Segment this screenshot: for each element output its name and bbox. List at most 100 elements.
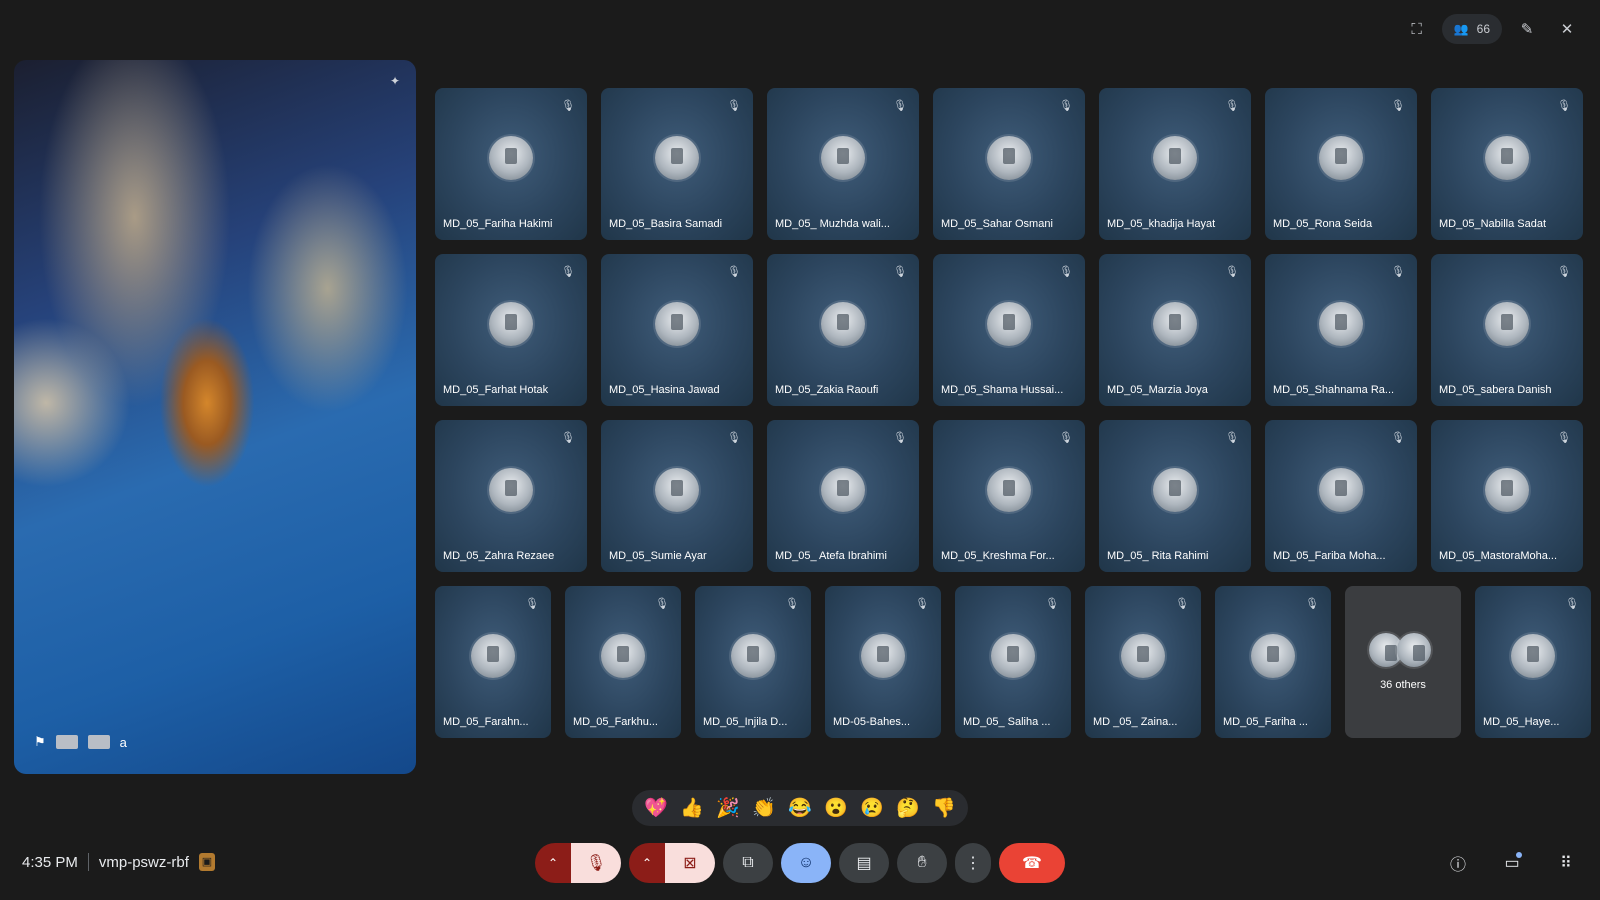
presenter-name-text: a	[119, 734, 127, 750]
participant-tile[interactable]: 🎙︎ MD_05_Zahra Rezaee	[435, 420, 587, 572]
participant-name: MD_05_sabera Danish	[1439, 384, 1552, 396]
participant-name: MD_05_Sahar Osmani	[941, 218, 1053, 230]
reaction-sad[interactable]: 😢	[857, 796, 887, 820]
reactions-button[interactable]: ☺	[781, 843, 831, 883]
participant-name: MD_05_Farkhu...	[573, 716, 658, 728]
raise-hand-button[interactable]: ✋︎	[897, 843, 947, 883]
participant-tile[interactable]: 🎙︎ MD_05_Farhat Hotak	[435, 254, 587, 406]
chat-icon[interactable]: ▭	[1498, 849, 1526, 877]
mic-toggle-button[interactable]: 🎙︎	[571, 843, 621, 883]
divider	[87, 853, 89, 871]
reaction-party[interactable]: 🎉	[713, 796, 743, 820]
participant-tile[interactable]: 🎙︎ MD_05_Fariba Moha...	[1265, 420, 1417, 572]
participant-tile[interactable]: 🎙︎ MD_05_Farkhu...	[565, 586, 681, 738]
mic-off-icon: 🎙︎	[1225, 431, 1239, 444]
others-tile[interactable]: 36 others	[1345, 586, 1461, 738]
avatar	[1153, 135, 1197, 180]
presenter-video[interactable]: ✦ ⚑ a	[14, 60, 416, 774]
participants-button[interactable]: 👥 66	[1441, 14, 1502, 44]
participant-tile[interactable]: 🎙︎ MD_05_Sumie Ayar	[601, 420, 753, 572]
more-options-button[interactable]: ⋮	[955, 843, 991, 883]
participant-tile[interactable]: 🎙︎ MD_05_Nabilla Sadat	[1431, 88, 1583, 240]
mic-off-icon: 🎙︎	[1391, 431, 1405, 444]
reaction-thumbs-down[interactable]: 👎	[929, 796, 959, 820]
mic-off-icon: 🎙︎	[1225, 265, 1239, 278]
reaction-thumbs-up[interactable]: 👍	[677, 796, 707, 820]
call-controls: ⌃ 🎙︎ ⌃ ⊠ ⧉ ☺ ▤ ✋︎ ⋮ ☎︎	[535, 843, 1065, 883]
avatar	[1485, 467, 1529, 512]
activities-icon[interactable]: ⠿	[1552, 849, 1580, 877]
mic-off-icon: 🎙︎	[893, 431, 907, 444]
emoji-icon: ☺	[797, 854, 815, 871]
others-avatars	[1369, 632, 1431, 667]
participant-tile[interactable]: 🎙︎ MD_05_Farahn...	[435, 586, 551, 738]
reaction-heart[interactable]: 💖	[641, 796, 671, 820]
participant-tile[interactable]: 🎙︎ MD_05_Fariha ...	[1215, 586, 1331, 738]
info-icon[interactable]: ⓘ	[1444, 849, 1472, 877]
avatar	[1319, 301, 1363, 346]
participant-tile[interactable]: 🎙︎ MD_05_Shama Hussai...	[933, 254, 1085, 406]
participant-tile[interactable]: 🎙︎ MD_05_Sahar Osmani	[933, 88, 1085, 240]
mic-off-icon: 🎙︎	[915, 597, 929, 610]
participant-tile[interactable]: 🎙︎ MD_05_Fariha Hakimi	[435, 88, 587, 240]
mic-off-icon: 🎙︎	[727, 265, 741, 278]
avatar	[1319, 135, 1363, 180]
participant-tile[interactable]: 🎙︎ MD_05_Kreshma For...	[933, 420, 1085, 572]
mic-off-icon: 🎙︎	[561, 265, 575, 278]
participant-tile[interactable]: 🎙︎ MD_05_Marzia Joya	[1099, 254, 1251, 406]
flag-icon: ⚑	[34, 734, 46, 749]
mic-options-chevron-icon[interactable]: ⌃	[535, 843, 571, 883]
edit-icon[interactable]: ✎	[1512, 14, 1542, 44]
participant-tile[interactable]: 🎙︎ MD_05_Injila D...	[695, 586, 811, 738]
participant-name: MD_05_ Muzhda wali...	[775, 218, 890, 230]
participant-tile[interactable]: 🎙︎ MD_05_ Saliha ...	[955, 586, 1071, 738]
participant-name: MD_05_ Saliha ...	[963, 716, 1051, 728]
participant-tile[interactable]: 🎙︎ MD_05_ Rita Rahimi	[1099, 420, 1251, 572]
people-icon: 👥	[1453, 22, 1469, 36]
avatar	[1121, 633, 1165, 678]
avatar	[1485, 135, 1529, 180]
camera-options-chevron-icon[interactable]: ⌃	[629, 843, 665, 883]
reaction-surprised[interactable]: 😮	[821, 796, 851, 820]
participant-name: MD_05_ Atefa Ibrahimi	[775, 550, 887, 562]
avatar	[489, 135, 533, 180]
reaction-clap[interactable]: 👏	[749, 796, 779, 820]
participant-tile[interactable]: 🎙︎ MD_05_Zakia Raoufi	[767, 254, 919, 406]
captions-icon: ▤	[856, 855, 872, 872]
participant-tile[interactable]: 🎙︎ MD_05_Shahnama Ra...	[1265, 254, 1417, 406]
participant-tile[interactable]: 🎙︎ MD_05_Haye...	[1475, 586, 1591, 738]
participant-tile[interactable]: 🎙︎ MD_05_MastoraMoha...	[1431, 420, 1583, 572]
participant-grid: 🎙︎ MD_05_Fariha Hakimi 🎙︎ MD_05_Basira Sam…	[435, 88, 1591, 738]
mic-off-icon: 🎙︎	[1391, 99, 1405, 112]
participant-name: MD _05_ Zaina...	[1093, 716, 1178, 728]
participant-tile[interactable]: 🎙︎ MD_05_ Muzhda wali...	[767, 88, 919, 240]
participant-tile[interactable]: 🎙︎ MD_05_Basira Samadi	[601, 88, 753, 240]
unpin-icon[interactable]: ✕	[1552, 14, 1582, 44]
camera-toggle-button[interactable]: ⊠	[665, 843, 715, 883]
reaction-laugh[interactable]: 😂	[785, 796, 815, 820]
host-controls-icon[interactable]: ▣	[198, 853, 215, 871]
captions-off-icon[interactable]: ⛶	[1402, 14, 1432, 44]
avatar	[861, 633, 905, 678]
participant-tile[interactable]: 🎙︎ MD_05_khadija Hayat	[1099, 88, 1251, 240]
pin-icon[interactable]: ✦	[390, 74, 400, 88]
captions-button[interactable]: ▤	[839, 843, 889, 883]
leave-call-button[interactable]: ☎︎	[999, 843, 1065, 883]
mic-off-icon: 🎙︎	[1045, 597, 1059, 610]
mic-off-icon: 🎙︎	[893, 265, 907, 278]
participant-name: MD-05-Bahes...	[833, 716, 911, 728]
participant-tile[interactable]: 🎙︎ MD _05_ Zaina...	[1085, 586, 1201, 738]
participant-tile[interactable]: 🎙︎ MD-05-Bahes...	[825, 586, 941, 738]
present-screen-button[interactable]: ⧉	[723, 843, 773, 883]
reaction-thinking[interactable]: 🤔	[893, 796, 923, 820]
participant-tile[interactable]: 🎙︎ MD_05_ Atefa Ibrahimi	[767, 420, 919, 572]
reactions-bar: 💖 👍 🎉 👏 😂 😮 😢 🤔 👎	[632, 790, 968, 826]
participant-tile[interactable]: 🎙︎ MD_05_Rona Seida	[1265, 88, 1417, 240]
mic-off-icon: 🎙︎	[561, 99, 575, 112]
participant-name: MD_05_khadija Hayat	[1107, 218, 1216, 230]
participant-tile[interactable]: 🎙︎ MD_05_Hasina Jawad	[601, 254, 753, 406]
avatar	[655, 467, 699, 512]
grid-row: 🎙︎ MD_05_Farahn... 🎙︎ MD_05_Farkhu... 🎙︎ MD…	[435, 586, 1591, 738]
mic-off-icon: 🎙︎	[1305, 597, 1319, 610]
participant-tile[interactable]: 🎙︎ MD_05_sabera Danish	[1431, 254, 1583, 406]
